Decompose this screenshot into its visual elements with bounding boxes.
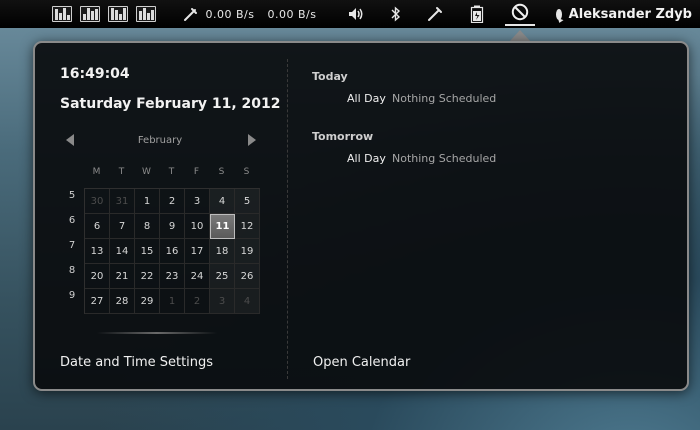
user-menu[interactable]: Aleksander Zdyb xyxy=(556,0,692,28)
calendar-day[interactable]: 27 xyxy=(85,289,110,314)
clock-time: 16:49:04 xyxy=(60,66,130,82)
calendar-day[interactable]: 6 xyxy=(85,214,110,239)
next-month-button[interactable] xyxy=(245,133,259,147)
calendar-day[interactable]: 26 xyxy=(235,264,260,289)
event-time: All Day xyxy=(347,152,386,165)
top-panel: 0.00 B/s 0.00 B/s Aleksander Zdyb xyxy=(0,0,700,28)
calendar-day[interactable]: 3 xyxy=(185,189,210,214)
event-description: Nothing Scheduled xyxy=(392,92,497,105)
calendar-day[interactable]: 8 xyxy=(135,214,160,239)
battery-icon[interactable] xyxy=(466,0,488,28)
clock-icon[interactable] xyxy=(505,0,535,26)
calendar-day[interactable]: 10 xyxy=(185,214,210,239)
weekday-label: F xyxy=(193,167,200,177)
calendar-day[interactable]: 25 xyxy=(210,264,235,289)
calendar-day[interactable]: 28 xyxy=(110,289,135,314)
calendar-day[interactable]: 3 xyxy=(210,289,235,314)
network-monitor-icon[interactable] xyxy=(134,0,158,28)
user-name: Aleksander Zdyb xyxy=(568,6,692,22)
events-today-heading: Today xyxy=(312,70,348,83)
week-number: 5 xyxy=(68,190,76,201)
calendar-day[interactable]: 30 xyxy=(85,189,110,214)
scroll-hint xyxy=(97,332,217,334)
calendar-day[interactable]: 13 xyxy=(85,239,110,264)
calendar-day[interactable]: 29 xyxy=(135,289,160,314)
calendar-popup: 16:49:04 Saturday February 11, 2012 Febr… xyxy=(33,41,689,391)
calendar-day[interactable]: 9 xyxy=(160,214,185,239)
weekday-label: S xyxy=(218,167,225,177)
calendar-day[interactable]: 5 xyxy=(235,189,260,214)
calendar-day[interactable]: 1 xyxy=(135,189,160,214)
weekday-label: W xyxy=(142,167,151,177)
week-number: 9 xyxy=(68,290,76,301)
calendar-day[interactable]: 7 xyxy=(110,214,135,239)
network-icon[interactable] xyxy=(180,0,202,28)
calendar-day[interactable]: 18 xyxy=(210,239,235,264)
prev-month-button[interactable] xyxy=(63,133,77,147)
calendar-day[interactable]: 15 xyxy=(135,239,160,264)
events-tomorrow-heading: Tomorrow xyxy=(312,130,374,143)
calendar-grid: 30 31 1 2 3 4 5 6 7 8 9 10 11 12 13 14 15 16 17 18 19 20 21 22 2… xyxy=(84,188,260,314)
weekday-label: T xyxy=(118,167,125,177)
calendar-day[interactable]: 23 xyxy=(160,264,185,289)
volume-icon[interactable] xyxy=(345,0,367,28)
download-rate: 0.00 B/s xyxy=(205,7,255,21)
week-number: 6 xyxy=(68,215,76,226)
date-time-settings-button[interactable]: Date and Time Settings xyxy=(60,355,213,370)
cpu-monitor-icon[interactable] xyxy=(50,0,74,28)
open-calendar-button[interactable]: Open Calendar xyxy=(313,355,410,370)
clock-date: Saturday February 11, 2012 xyxy=(60,96,281,112)
calendar-day[interactable]: 4 xyxy=(235,289,260,314)
upload-rate: 0.00 B/s xyxy=(267,7,317,21)
calendar-day[interactable]: 24 xyxy=(185,264,210,289)
calendar-day[interactable]: 20 xyxy=(85,264,110,289)
pen-icon[interactable] xyxy=(424,0,446,28)
calendar-day[interactable]: 1 xyxy=(160,289,185,314)
calendar-day[interactable]: 12 xyxy=(235,214,260,239)
calendar-day[interactable]: 21 xyxy=(110,264,135,289)
calendar-day[interactable]: 19 xyxy=(235,239,260,264)
calendar-day[interactable]: 2 xyxy=(160,189,185,214)
weekday-label: M xyxy=(92,167,101,177)
memory-monitor-icon[interactable] xyxy=(78,0,102,28)
event-description: Nothing Scheduled xyxy=(392,152,497,165)
weekday-label: T xyxy=(168,167,175,177)
week-number: 7 xyxy=(68,240,76,251)
popup-divider xyxy=(287,59,288,379)
calendar-day[interactable]: 17 xyxy=(185,239,210,264)
calendar-day[interactable]: 4 xyxy=(210,189,235,214)
calendar-day[interactable]: 14 xyxy=(110,239,135,264)
calendar-day[interactable]: 22 xyxy=(135,264,160,289)
calendar-day[interactable]: 2 xyxy=(185,289,210,314)
calendar-month: February xyxy=(137,135,183,146)
swap-monitor-icon[interactable] xyxy=(106,0,130,28)
week-number: 8 xyxy=(68,265,76,276)
event-time: All Day xyxy=(347,92,386,105)
calendar-day[interactable]: 31 xyxy=(110,189,135,214)
calendar-day[interactable]: 16 xyxy=(160,239,185,264)
bluetooth-icon[interactable] xyxy=(386,0,406,28)
chat-icon xyxy=(556,8,562,20)
weekday-label: S xyxy=(243,167,250,177)
calendar-day[interactable]: 11 xyxy=(210,214,235,239)
